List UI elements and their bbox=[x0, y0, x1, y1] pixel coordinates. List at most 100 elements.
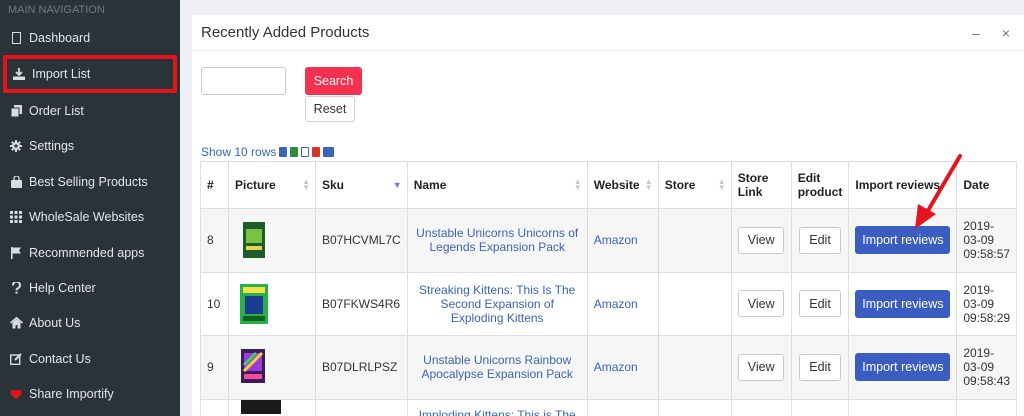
import-reviews-button[interactable]: Import reviews bbox=[855, 353, 951, 382]
store-link-cell bbox=[730, 398, 792, 416]
sidebar-item-help-center[interactable]: Help Center bbox=[0, 270, 180, 305]
table-row: 10 B07FKWS4R6 Streaking Kittens: This Is… bbox=[200, 271, 1018, 336]
pdf-icon[interactable] bbox=[312, 147, 321, 157]
import-cell bbox=[848, 398, 958, 416]
date-cell: 2019-03-09 09:58:29 bbox=[956, 271, 1018, 336]
sidebar-item-dashboard[interactable]: Dashboard bbox=[0, 20, 180, 55]
sort-icon: ▲ ▼ bbox=[302, 177, 310, 192]
view-button[interactable]: View bbox=[738, 226, 785, 254]
sidebar-item-import-list[interactable]: Import List bbox=[3, 55, 177, 94]
website-link bbox=[586, 398, 659, 416]
sidebar-item-label: Settings bbox=[29, 139, 75, 154]
sidebar-item-label: Order List bbox=[29, 104, 84, 119]
copy-icon[interactable] bbox=[279, 147, 288, 157]
view-button[interactable]: View bbox=[738, 353, 785, 381]
store-link-cell: View bbox=[730, 271, 792, 336]
col-header-date[interactable]: Date bbox=[956, 161, 1018, 209]
sidebar-item-about-us[interactable]: About Us bbox=[0, 306, 180, 341]
website-link[interactable]: Amazon bbox=[586, 271, 659, 336]
sort-desc-icon: ▼ bbox=[392, 180, 402, 190]
sidebar-item-share-importify[interactable]: Share Importify bbox=[0, 377, 180, 412]
product-thumbnail bbox=[235, 283, 273, 324]
print-icon[interactable] bbox=[323, 147, 335, 157]
import-reviews-button[interactable]: Import reviews bbox=[855, 226, 951, 255]
copy-icon bbox=[9, 105, 23, 118]
row-number bbox=[200, 398, 229, 416]
store-cell bbox=[657, 398, 732, 416]
home-icon bbox=[9, 317, 23, 329]
sidebar-item-contact-us[interactable]: Contact Us bbox=[0, 341, 180, 376]
product-name-link[interactable]: Streaking Kittens: This Is The Second Ex… bbox=[406, 271, 588, 336]
edit-cell: Edit bbox=[790, 271, 850, 336]
product-name-link[interactable]: Imploding Kittens: This is The bbox=[406, 398, 588, 416]
sidebar-item-label: Best Selling Products bbox=[29, 174, 148, 189]
col-header-name[interactable]: Name ▲ ▼ bbox=[406, 161, 588, 209]
recent-products-panel: Recently Added Products – × Search Reset… bbox=[192, 15, 1024, 416]
edit-button[interactable]: Edit bbox=[799, 290, 842, 318]
website-link[interactable]: Amazon bbox=[586, 208, 659, 273]
sidebar-item-settings[interactable]: Settings bbox=[0, 129, 180, 164]
sidebar: MAIN NAVIGATION Dashboard Import List Or… bbox=[0, 0, 180, 416]
col-header-number[interactable]: # bbox=[200, 161, 229, 209]
sidebar-item-best-selling-products[interactable]: Best Selling Products bbox=[0, 164, 180, 199]
reset-button[interactable]: Reset bbox=[305, 96, 355, 122]
show-rows-link[interactable]: Show 10 rows bbox=[201, 145, 276, 159]
sidebar-item-order-list[interactable]: Order List bbox=[0, 93, 180, 128]
view-button[interactable]: View bbox=[738, 290, 785, 318]
date-cell bbox=[956, 398, 1018, 416]
product-thumbnail bbox=[235, 347, 273, 387]
website-link[interactable]: Amazon bbox=[586, 335, 659, 400]
products-table: # Picture ▲ ▼ Sku ▼ Name ▲ ▼ Website ▲ ▼ Store ▲… bbox=[200, 161, 1018, 416]
sidebar-item-wholesale-websites[interactable]: WholeSale Websites bbox=[0, 200, 180, 235]
edit-button[interactable]: Edit bbox=[799, 226, 842, 254]
col-header-import-reviews: Import reviews bbox=[848, 161, 958, 209]
col-header-sku[interactable]: Sku ▼ bbox=[315, 161, 408, 209]
edit-cell: Edit bbox=[790, 335, 850, 400]
col-header-picture[interactable]: Picture ▲ ▼ bbox=[228, 161, 316, 209]
search-input[interactable] bbox=[201, 67, 286, 95]
col-header-website[interactable]: Website ▲ ▼ bbox=[586, 161, 659, 209]
sort-icon: ▲ ▼ bbox=[717, 177, 726, 192]
sku-cell: B07FKWS4R6 bbox=[315, 271, 408, 336]
table-header-row: # Picture ▲ ▼ Sku ▼ Name ▲ ▼ Website ▲ ▼ Store ▲… bbox=[200, 161, 1018, 209]
import-cell: Import reviews bbox=[848, 208, 958, 273]
edit-icon bbox=[9, 353, 23, 365]
picture-cell bbox=[228, 335, 316, 400]
import-cell: Import reviews bbox=[848, 335, 958, 400]
row-number: 8 bbox=[200, 208, 229, 273]
table-row: Imploding Kittens: This is The bbox=[200, 398, 1018, 416]
panel-header: Recently Added Products bbox=[192, 15, 1024, 51]
close-icon[interactable]: × bbox=[1002, 25, 1010, 41]
search-button[interactable]: Search bbox=[305, 67, 362, 95]
edit-button[interactable]: Edit bbox=[799, 353, 842, 381]
product-thumbnail bbox=[235, 220, 273, 260]
row-number: 10 bbox=[200, 271, 229, 336]
sidebar-item-label: Help Center bbox=[29, 281, 96, 296]
sidebar-item-label: Import List bbox=[32, 67, 91, 82]
flag-icon bbox=[9, 246, 23, 259]
panel-title: Recently Added Products bbox=[201, 24, 370, 41]
store-link-cell: View bbox=[730, 208, 792, 273]
sort-icon: ▲ ▼ bbox=[644, 177, 653, 192]
sidebar-item-recommended-apps[interactable]: Recommended apps bbox=[0, 235, 180, 270]
nav-header: MAIN NAVIGATION bbox=[8, 4, 105, 16]
product-name-link[interactable]: Unstable Unicorns Rainbow Apocalypse Exp… bbox=[406, 335, 588, 400]
panel-tools: – × bbox=[972, 25, 1010, 41]
minimize-icon[interactable]: – bbox=[972, 25, 980, 41]
table-row: 8 B07HCVML7C Unstable Unicorns Unicorns … bbox=[200, 208, 1018, 273]
sidebar-item-label: Contact Us bbox=[29, 351, 91, 366]
sort-icon: ▲ ▼ bbox=[573, 177, 582, 192]
sidebar-item-label: WholeSale Websites bbox=[29, 210, 145, 225]
excel-icon[interactable] bbox=[290, 147, 299, 157]
import-reviews-button[interactable]: Import reviews bbox=[855, 289, 951, 318]
picture-cell bbox=[228, 271, 316, 336]
col-header-store[interactable]: Store ▲ ▼ bbox=[657, 161, 732, 209]
sku-cell: B07DLRLPSZ bbox=[315, 335, 408, 400]
shopping-bag-icon bbox=[9, 175, 23, 188]
product-thumbnail bbox=[241, 399, 281, 414]
product-name-link[interactable]: Unstable Unicorns Unicorns of Legends Ex… bbox=[406, 208, 588, 273]
csv-icon[interactable] bbox=[301, 147, 310, 157]
table-row: 9 B07DLRLPSZ Unstable Unicorns Rainbow A… bbox=[200, 335, 1018, 400]
sku-cell: B07HCVML7C bbox=[315, 208, 408, 273]
picture-cell bbox=[228, 208, 316, 273]
